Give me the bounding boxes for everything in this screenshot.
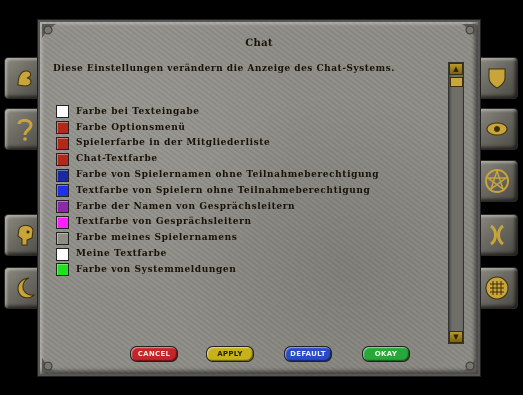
color-option-item[interactable]: Chat-Textfarbe: [56, 151, 379, 167]
vertical-scrollbar[interactable]: ▲ ▼: [448, 62, 464, 344]
grid-icon: [485, 276, 509, 300]
color-option-item[interactable]: Meine Textfarbe: [56, 246, 379, 262]
side-button-9[interactable]: [476, 267, 518, 309]
color-swatch[interactable]: [56, 168, 69, 182]
color-swatch[interactable]: [56, 136, 69, 150]
scroll-thumb[interactable]: [450, 77, 463, 87]
color-swatch[interactable]: [56, 105, 69, 119]
color-swatch[interactable]: [56, 247, 69, 261]
shield-icon: [488, 68, 506, 89]
color-option-label: Chat-Textfarbe: [76, 154, 158, 165]
side-button-6[interactable]: [476, 108, 518, 150]
side-button-7[interactable]: [476, 160, 518, 202]
color-option-item[interactable]: Farbe der Namen von Gesprächsleitern: [56, 199, 379, 215]
color-option-label: Spielerfarbe in der Mitgliederliste: [76, 138, 271, 149]
color-option-item[interactable]: Textfarbe von Spielern ohne Teilnahmeber…: [56, 183, 379, 199]
pentagram-icon: [485, 168, 509, 193]
color-option-label: Farbe bei Texteingabe: [76, 106, 200, 117]
color-option-label: Textfarbe von Spielern ohne Teilnahmeber…: [76, 185, 371, 196]
color-swatch[interactable]: [56, 231, 69, 245]
dialog-description: Diese Einstellungen verändern die Anzeig…: [53, 64, 395, 74]
rune-x-icon: [490, 224, 504, 246]
color-option-label: Textfarbe von Gesprächsleitern: [76, 217, 252, 228]
color-swatch[interactable]: [56, 121, 69, 135]
okay-button[interactable]: OKAY: [362, 346, 410, 362]
color-option-item[interactable]: Farbe von Systemmeldungen: [56, 262, 379, 278]
color-option-item[interactable]: Farbe meines Spielernamens: [56, 230, 379, 246]
arrow-down-icon: ▼: [453, 332, 459, 341]
corner-ornament-bottom-right-icon: [462, 358, 476, 372]
apply-button[interactable]: APPLY: [206, 346, 254, 362]
scroll-down-button[interactable]: ▼: [449, 331, 463, 343]
default-button[interactable]: DEFAULT: [284, 346, 332, 362]
color-option-label: Farbe von Systemmeldungen: [76, 264, 237, 275]
rune-question-icon: [17, 118, 33, 141]
scroll-up-button[interactable]: ▲: [449, 63, 463, 75]
color-option-item[interactable]: Textfarbe von Gesprächsleitern: [56, 215, 379, 231]
cancel-button[interactable]: CANCEL: [130, 346, 178, 362]
color-option-item[interactable]: Spielerfarbe in der Mitgliederliste: [56, 136, 379, 152]
color-option-item[interactable]: Farbe bei Texteingabe: [56, 104, 379, 120]
color-swatch[interactable]: [56, 184, 69, 198]
color-option-label: Meine Textfarbe: [76, 249, 167, 260]
color-option-label: Farbe Optionsmenü: [76, 122, 186, 133]
chat-settings-panel: Chat Diese Einstellungen verändern die A…: [38, 20, 480, 376]
warrior-head-icon: [17, 224, 34, 246]
corner-ornament-bottom-left-icon: [42, 358, 56, 372]
color-option-label: Farbe der Namen von Gesprächsleitern: [76, 201, 296, 212]
side-button-8[interactable]: [476, 214, 518, 256]
color-option-item[interactable]: Farbe von Spielernamen ohne Teilnahmeber…: [56, 167, 379, 183]
eye-icon: [486, 122, 508, 136]
side-button-5[interactable]: [476, 57, 518, 99]
arrow-up-icon: ▲: [453, 64, 459, 73]
color-swatch[interactable]: [56, 152, 69, 166]
color-swatch[interactable]: [56, 263, 69, 277]
rune-b-icon: [17, 70, 32, 87]
color-option-label: Farbe meines Spielernamens: [76, 233, 238, 244]
color-options-list: Farbe bei Texteingabe Farbe Optionsmenü …: [56, 104, 379, 278]
color-swatch[interactable]: [56, 200, 69, 214]
color-option-item[interactable]: Farbe Optionsmenü: [56, 120, 379, 136]
dialog-title: Chat: [245, 38, 273, 49]
color-option-label: Farbe von Spielernamen ohne Teilnahmeber…: [76, 170, 380, 181]
color-swatch[interactable]: [56, 215, 69, 229]
crescent-moon-icon: [17, 277, 36, 299]
